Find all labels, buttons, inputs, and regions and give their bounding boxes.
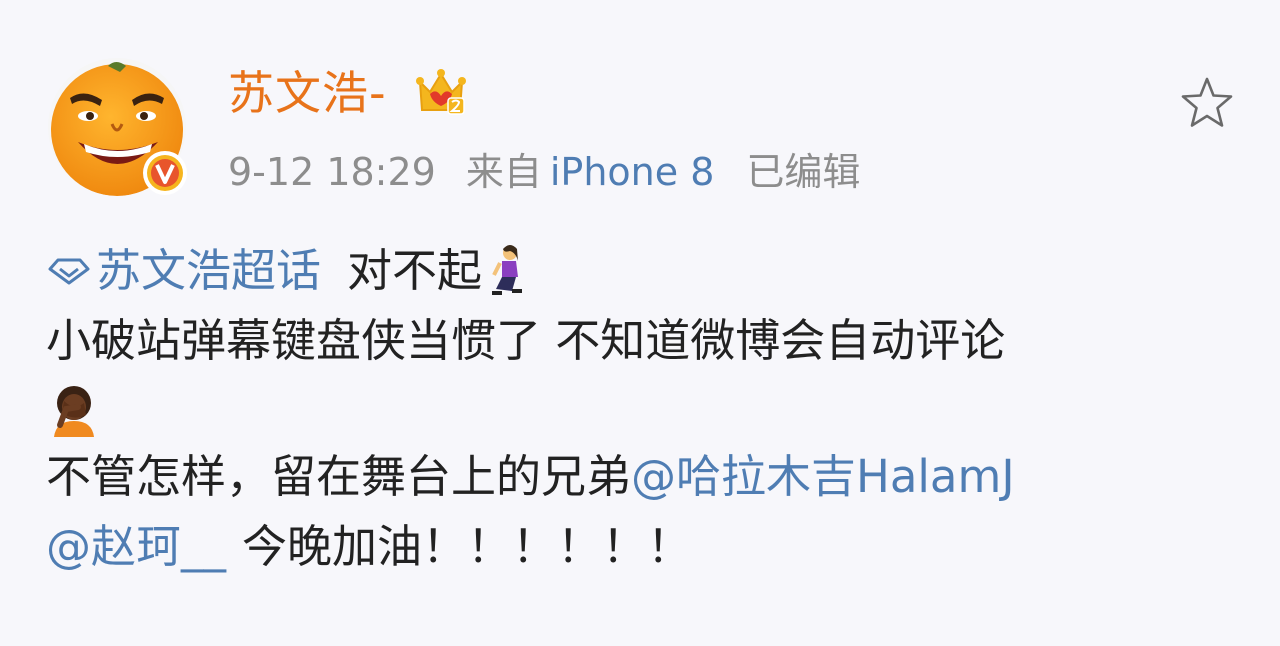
content-text-5: 今晚加油！！！！！！ — [242, 520, 693, 573]
topic-label: 苏文浩超话 — [96, 244, 322, 297]
topic-link[interactable]: 苏文浩超话 — [46, 238, 321, 304]
post-content: 苏文浩超话 对不起 小破站弹幕键盘侠当惯了 不知道微博会自动评论 不管怎样，留在… — [46, 236, 1246, 582]
apology-text: 对不起 — [347, 244, 483, 297]
device-link[interactable]: iPhone 8 — [550, 150, 715, 194]
verified-v-icon — [142, 150, 188, 196]
star-icon[interactable] — [1178, 74, 1236, 132]
diamond-topic-icon — [48, 258, 90, 285]
facepalm-emoji — [54, 386, 94, 437]
post-time: 9-12 18:29 — [228, 150, 436, 194]
content-text-4: 不管怎样，留在舞台上的兄弟 — [46, 450, 632, 503]
crown-badge-icon[interactable] — [414, 66, 468, 120]
content-line-1: 苏文浩超话 对不起 — [46, 236, 1246, 306]
from-label: 来自 — [465, 150, 542, 194]
content-text-2: 小破站弹幕键盘侠当惯了 不知道微博会自动评论 — [46, 314, 1006, 367]
mention-link-2[interactable]: @赵珂__ — [46, 514, 226, 580]
post-meta: 9-12 18:29 来自 iPhone 8 已编辑 — [228, 146, 860, 198]
content-line-2: 小破站弹幕键盘侠当惯了 不知道微博会自动评论 — [46, 306, 1246, 376]
weibo-post-card: 苏文浩- 9-12 18:29 来自 iPhone 8 已编辑 苏文浩超话 对不… — [0, 0, 1280, 646]
mention-link-1[interactable]: @哈拉木吉HalamJ — [631, 444, 1015, 510]
edited-label[interactable]: 已编辑 — [746, 150, 860, 194]
content-line-4: 不管怎样，留在舞台上的兄弟 @哈拉木吉HalamJ — [46, 442, 1246, 512]
kneeling-person-emoji — [492, 245, 523, 295]
username[interactable]: 苏文浩- — [228, 62, 387, 124]
content-line-5: @赵珂__ 今晚加油！！！！！！ — [46, 512, 1246, 582]
content-line-3 — [46, 376, 1246, 442]
